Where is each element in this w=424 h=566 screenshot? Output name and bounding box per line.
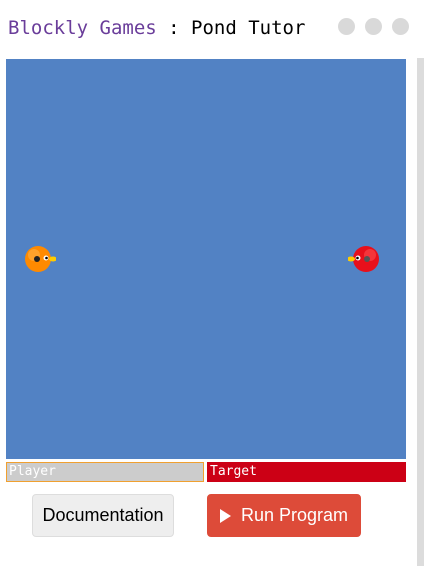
page-scrollbar[interactable] xyxy=(417,58,424,566)
player-duck-icon xyxy=(25,246,56,272)
title-separator: : xyxy=(156,17,192,39)
target-duck-icon xyxy=(348,246,379,272)
target-health-bar: Target xyxy=(207,462,406,482)
blockly-games-link[interactable]: Blockly Games xyxy=(8,17,157,39)
level-selector xyxy=(338,18,409,35)
documentation-button[interactable]: Documentation xyxy=(32,494,174,537)
run-program-button-label: Run Program xyxy=(240,505,349,525)
level-dot-2[interactable] xyxy=(365,18,382,35)
pond-visualization xyxy=(6,59,406,459)
player-health-label: Player xyxy=(9,464,56,479)
player-health-bar: Player xyxy=(6,462,204,482)
page-title: Blockly Games : Pond Tutor xyxy=(8,16,305,40)
run-program-button[interactable]: Run Program xyxy=(207,494,361,537)
level-title: Pond Tutor xyxy=(191,17,306,39)
play-icon xyxy=(219,508,231,523)
level-dot-1[interactable] xyxy=(338,18,355,35)
target-health-label: Target xyxy=(210,464,257,479)
documentation-button-label: Documentation xyxy=(42,505,164,525)
level-dot-3[interactable] xyxy=(392,18,409,35)
